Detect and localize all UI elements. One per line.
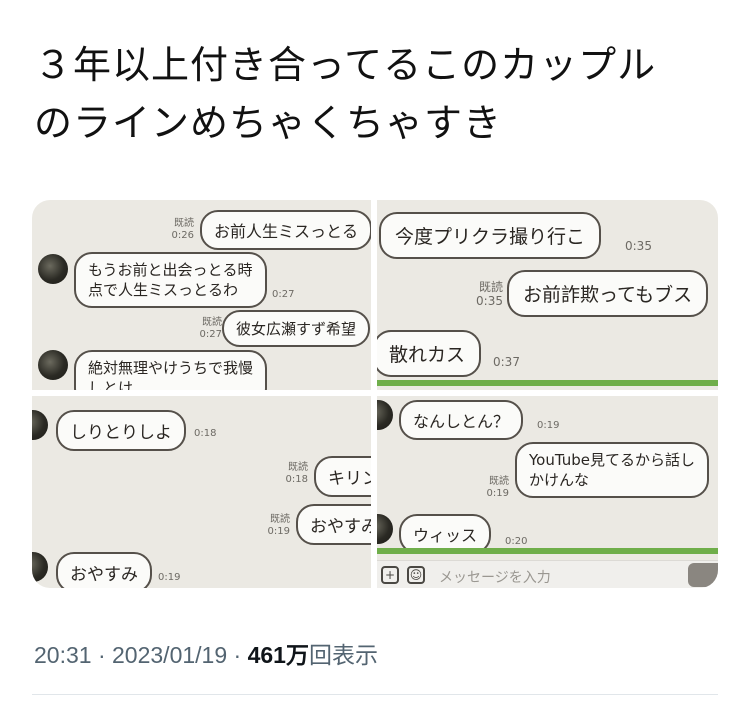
sticker-icon: ☺ bbox=[407, 566, 425, 584]
read-status: 既読 0:26 bbox=[171, 218, 194, 241]
read-status: 既読 0:18 bbox=[285, 462, 308, 485]
view-count-label: 回表示 bbox=[308, 642, 378, 668]
chat-bubble-received: なんしとん？ bbox=[399, 400, 524, 440]
keyboard-edge bbox=[377, 380, 718, 386]
message-time: 0:35 bbox=[625, 239, 652, 253]
read-status: 既読 0:19 bbox=[486, 476, 509, 499]
message-input-bar: + ☺ メッセージを入力 bbox=[377, 560, 718, 588]
message-time: 0:18 bbox=[194, 428, 217, 439]
chat-bubble-received: 散れカス bbox=[377, 330, 482, 377]
chat-bubble-received: 今度プリクラ撮り行こ bbox=[379, 212, 602, 259]
read-status: 既読 0:27 bbox=[199, 317, 222, 340]
tweet-meta: 20:31 · 2023/01/19 · 461万回表示 bbox=[34, 636, 378, 670]
chat-bubble-sent: 彼女広瀬すず希望 bbox=[222, 310, 371, 347]
avatar bbox=[32, 552, 48, 582]
send-icon bbox=[688, 563, 718, 587]
chat-bubble-received: 絶対無理やけうちで我慢 しとけ bbox=[74, 350, 268, 390]
media-image-2[interactable]: 今度プリクラ撮り行こ 0:35 既読 0:35 お前詐欺ってもブス 散れカス 0:… bbox=[377, 200, 718, 390]
message-time: 0:19 bbox=[158, 572, 181, 583]
media-grid: 既読 0:26 お前人生ミスっとる もうお前と出会っとる時 点で人生ミスっとるわ 0… bbox=[32, 200, 718, 588]
media-image-4[interactable]: なんしとん？ 0:19 既読 0:19 YouTube見てるから話し かけんな ウィ… bbox=[377, 396, 718, 588]
chat-bubble-received: しりとりしよ bbox=[56, 410, 186, 451]
separator-dot: · bbox=[91, 642, 113, 668]
message-time: 0:37 bbox=[493, 355, 520, 369]
chat-bubble-received: おやすみ bbox=[56, 552, 152, 588]
avatar bbox=[38, 350, 68, 380]
message-input-placeholder: メッセージを入力 bbox=[439, 570, 551, 586]
chat-bubble-sent: おやすみ bbox=[296, 504, 371, 545]
tweet-date[interactable]: 2023/01/19 bbox=[112, 642, 227, 668]
chat-bubble-sent: お前人生ミスっとる bbox=[200, 210, 371, 250]
read-status: 既読 0:19 bbox=[267, 514, 290, 537]
divider bbox=[32, 694, 718, 695]
read-status: 既読 0:35 bbox=[476, 280, 503, 308]
avatar bbox=[377, 514, 393, 544]
keyboard-edge bbox=[377, 548, 718, 554]
avatar bbox=[32, 410, 48, 440]
message-time: 0:20 bbox=[505, 536, 528, 547]
plus-icon: + bbox=[381, 566, 399, 584]
media-image-1[interactable]: 既読 0:26 お前人生ミスっとる もうお前と出会っとる時 点で人生ミスっとるわ 0… bbox=[32, 200, 371, 390]
tweet-text: ３年以上付き合ってるこのカップル のラインめちゃくちゃすき bbox=[34, 36, 724, 152]
message-time: 0:19 bbox=[537, 420, 560, 431]
chat-bubble-sent: キリン bbox=[314, 456, 371, 497]
view-count: 461万 bbox=[247, 642, 309, 668]
chat-bubble-sent: お前詐欺ってもブス bbox=[507, 270, 709, 317]
chat-bubble-received: もうお前と出会っとる時 点で人生ミスっとるわ bbox=[74, 252, 267, 308]
tweet-text-line-1: ３年以上付き合ってるこのカップル bbox=[34, 43, 657, 87]
media-image-3[interactable]: しりとりしよ 0:18 既読 0:18 キリン 既読 0:19 おやすみ おやすみ … bbox=[32, 396, 371, 588]
avatar bbox=[377, 400, 393, 430]
tweet-text-line-2: のラインめちゃくちゃすき bbox=[34, 101, 503, 145]
avatar bbox=[38, 254, 68, 284]
chat-bubble-sent: YouTube見てるから話し かけんな bbox=[515, 442, 709, 498]
message-time: 0:27 bbox=[272, 289, 295, 300]
tweet-time[interactable]: 20:31 bbox=[34, 642, 92, 668]
separator-dot: · bbox=[227, 642, 248, 668]
